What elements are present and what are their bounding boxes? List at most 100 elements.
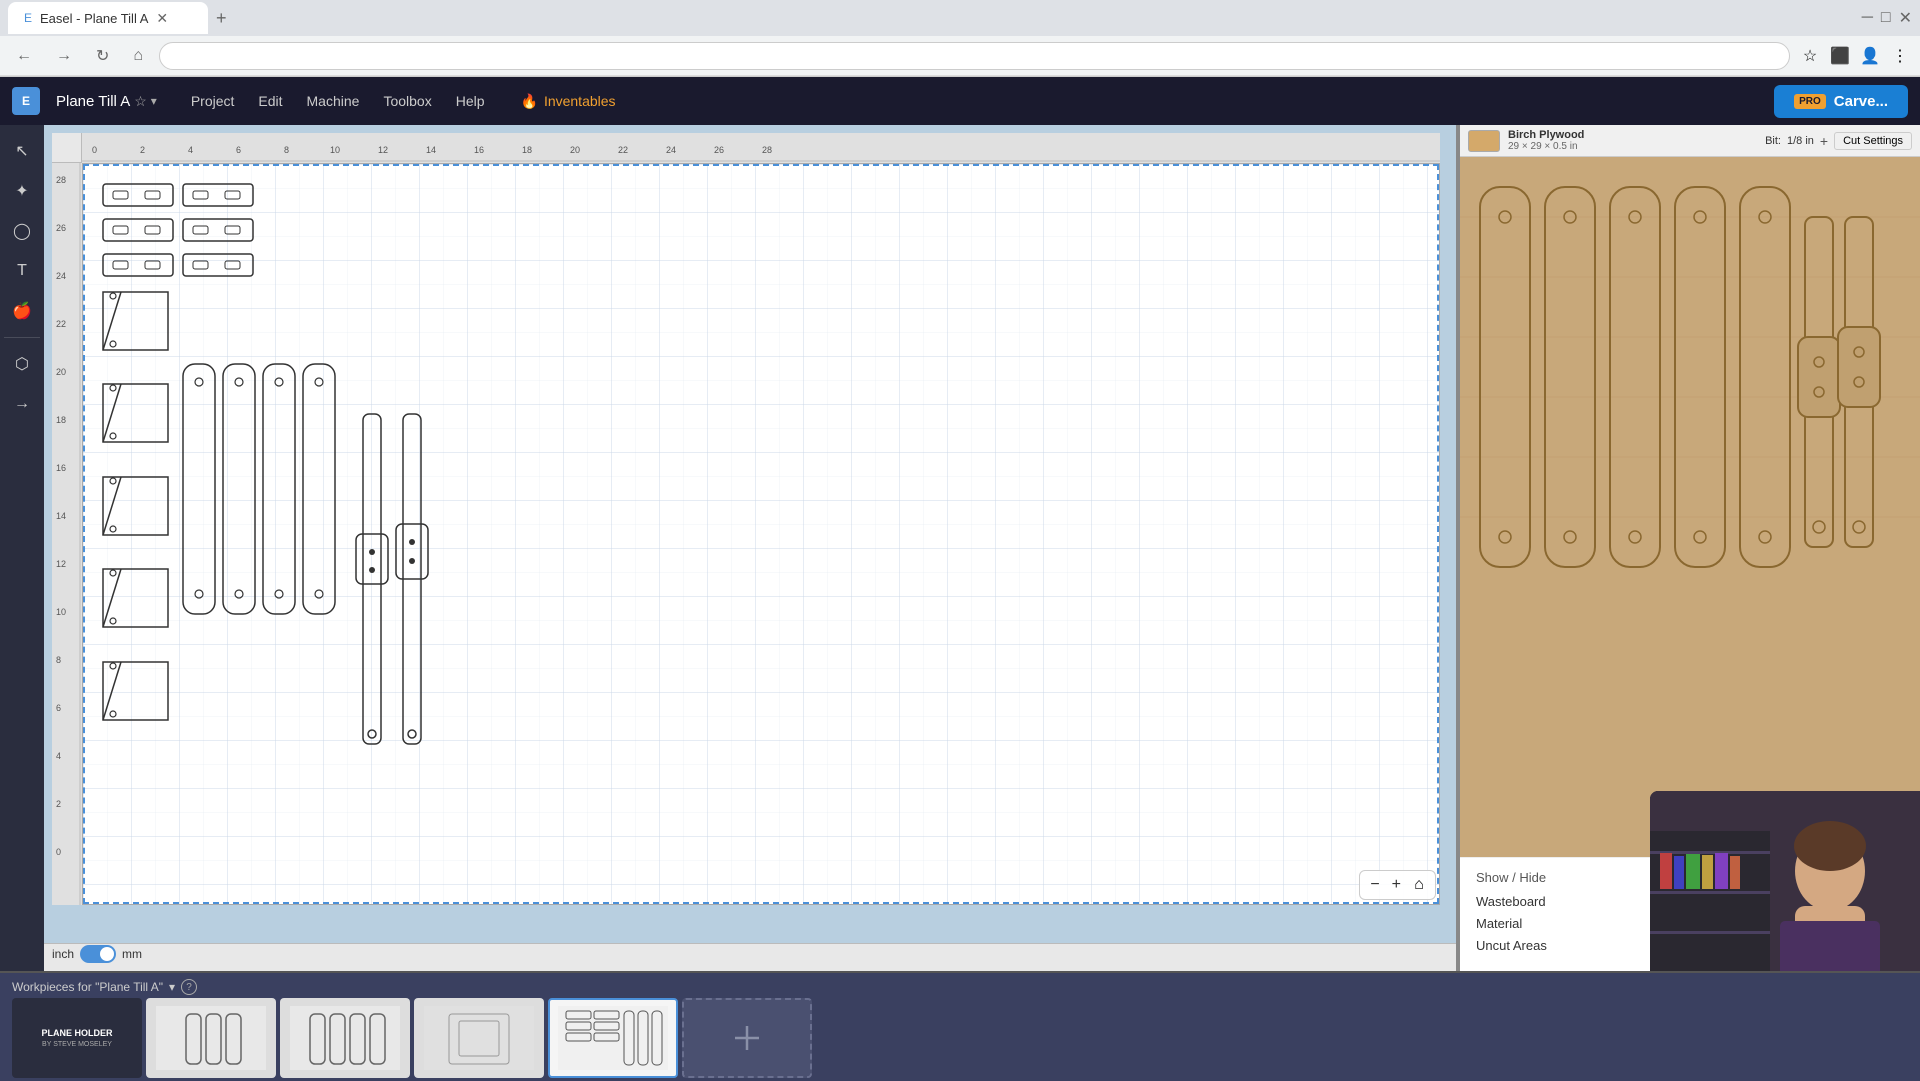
inventables-icon: 🔥 [521, 93, 538, 110]
workpiece-thumb-3[interactable] [280, 998, 410, 1078]
svg-text:14: 14 [426, 145, 436, 155]
app-logo: E [12, 87, 40, 115]
svg-text:18: 18 [56, 415, 66, 425]
svg-text:16: 16 [56, 463, 66, 473]
menu-toolbox[interactable]: Toolbox [373, 87, 441, 115]
svg-text:12: 12 [378, 145, 388, 155]
workpieces-dropdown-icon[interactable]: ▾ [169, 980, 175, 994]
project-name: Plane Till A ☆ ▾ [56, 93, 157, 110]
tab-close-icon[interactable]: ✕ [156, 10, 168, 27]
unit-alt-label: mm [122, 947, 142, 961]
bookmark-icon[interactable]: ☆ [1798, 44, 1822, 68]
design-canvas[interactable] [82, 163, 1440, 905]
zoom-reset-button[interactable]: ⌂ [1409, 875, 1429, 895]
workpieces-bar: Workpieces for "Plane Till A" ▾ ? PLANE … [0, 971, 1920, 1081]
layers-tool[interactable]: ⬡ [4, 346, 40, 382]
select-tool[interactable]: ↖ [4, 133, 40, 169]
left-toolbar: ↖ ✦ ◯ T 🍎 ⬡ → [0, 125, 44, 971]
pro-badge: PRO [1794, 94, 1826, 109]
bottom-ruler: inch mm [44, 943, 1456, 971]
workpiece-thumb-1[interactable]: PLANE HOLDER BY STEVE MOSELEY [12, 998, 142, 1078]
svg-text:14: 14 [56, 511, 66, 521]
menu-items: Project Edit Machine Toolbox Help [181, 87, 495, 115]
svg-text:2: 2 [140, 145, 145, 155]
svg-text:20: 20 [56, 367, 66, 377]
carve-button[interactable]: PRO Carve... [1774, 85, 1908, 118]
ruler-horizontal: 0 2 4 6 8 10 12 14 16 18 20 22 24 26 [82, 133, 1440, 163]
svg-text:4: 4 [56, 751, 61, 761]
unit-toggle-switch[interactable] [80, 945, 116, 963]
svg-text:28: 28 [56, 175, 66, 185]
svg-text:12: 12 [56, 559, 66, 569]
browser-chrome: E Easel - Plane Till A ✕ + ─ □ ✕ ← → ↻ ⌂… [0, 0, 1920, 77]
back-button[interactable]: ← [8, 43, 40, 69]
svg-text:18: 18 [522, 145, 532, 155]
svg-text:26: 26 [714, 145, 724, 155]
menu-icon[interactable]: ⋮ [1888, 44, 1912, 68]
preview-svg [1460, 157, 1920, 857]
workpiece-thumb-5[interactable] [548, 998, 678, 1078]
circle-tool[interactable]: ◯ [4, 213, 40, 249]
nav-bar: ← → ↻ ⌂ ☆ ⬛ 👤 ⋮ [0, 36, 1920, 76]
workpiece-thumbnails: PLANE HOLDER BY STEVE MOSELEY [12, 998, 812, 1078]
svg-text:6: 6 [56, 703, 61, 713]
video-thumbnail[interactable] [1650, 791, 1920, 971]
minimize-icon[interactable]: ─ [1862, 9, 1873, 27]
import-tool[interactable]: → [4, 386, 40, 422]
add-workpiece-button[interactable] [682, 998, 812, 1078]
ruler-corner [52, 133, 82, 163]
extensions-icon[interactable]: ⬛ [1828, 44, 1852, 68]
text-tool[interactable]: T [4, 253, 40, 289]
canvas-wrapper: 0 2 4 6 8 10 12 14 16 18 20 22 24 26 [52, 133, 1448, 935]
svg-text:22: 22 [56, 319, 66, 329]
svg-text:22: 22 [618, 145, 628, 155]
workpiece-thumb-2[interactable] [146, 998, 276, 1078]
menu-edit[interactable]: Edit [248, 87, 292, 115]
svg-text:8: 8 [56, 655, 61, 665]
profile-icon[interactable]: 👤 [1858, 44, 1882, 68]
workpieces-label: Workpieces for "Plane Till A" ▾ ? [12, 979, 197, 995]
material-info: Birch Plywood 29 × 29 × 0.5 in [1508, 129, 1584, 152]
zoom-out-button[interactable]: − [1366, 874, 1383, 896]
main-content: ↖ ✦ ◯ T 🍎 ⬡ → 0 2 [0, 125, 1920, 971]
unit-toggle: inch mm [44, 945, 150, 963]
canvas-area: 0 2 4 6 8 10 12 14 16 18 20 22 24 26 [44, 125, 1456, 971]
canvas-shapes [83, 164, 1439, 904]
svg-text:26: 26 [56, 223, 66, 233]
menubar: E Plane Till A ☆ ▾ Project Edit Machine … [0, 77, 1920, 125]
workpiece-thumb-4[interactable] [414, 998, 544, 1078]
menu-machine[interactable]: Machine [297, 87, 370, 115]
menu-help[interactable]: Help [446, 87, 495, 115]
add-bit-icon[interactable]: + [1820, 133, 1828, 149]
workpieces-info-icon[interactable]: ? [181, 979, 197, 995]
apps-tool[interactable]: 🍎 [4, 293, 40, 329]
address-bar[interactable] [159, 42, 1790, 70]
svg-text:24: 24 [56, 271, 66, 281]
tab-title: Easel - Plane Till A [40, 11, 148, 26]
project-dropdown-icon[interactable]: ▾ [151, 94, 157, 108]
material-name: Birch Plywood [1508, 129, 1584, 141]
svg-text:28: 28 [762, 145, 772, 155]
svg-text:20: 20 [570, 145, 580, 155]
browser-tab[interactable]: E Easel - Plane Till A ✕ [8, 2, 208, 34]
material-size: 29 × 29 × 0.5 in [1508, 141, 1584, 152]
menu-project[interactable]: Project [181, 87, 245, 115]
reload-button[interactable]: ↻ [88, 42, 117, 70]
zoom-in-button[interactable]: + [1388, 874, 1405, 896]
nav-icons: ☆ ⬛ 👤 ⋮ [1798, 44, 1912, 68]
cut-settings-button[interactable]: Cut Settings [1834, 132, 1912, 150]
zoom-controls: − + ⌂ [1359, 870, 1436, 900]
svg-text:24: 24 [666, 145, 676, 155]
bit-label: Bit: [1765, 135, 1781, 147]
new-tab-button[interactable]: + [212, 4, 231, 33]
home-button[interactable]: ⌂ [125, 43, 151, 69]
close-window-icon[interactable]: ✕ [1899, 8, 1912, 28]
shape-tool[interactable]: ✦ [4, 173, 40, 209]
inventables-button[interactable]: 🔥 Inventables [511, 87, 626, 116]
app: E Plane Till A ☆ ▾ Project Edit Machine … [0, 77, 1920, 1081]
ruler-vertical: 28 26 24 22 20 18 16 14 12 10 8 6 4 2 [52, 163, 82, 905]
forward-button[interactable]: → [48, 43, 80, 69]
maximize-icon[interactable]: □ [1881, 9, 1891, 27]
toggle-knob [100, 947, 114, 961]
star-icon[interactable]: ☆ [134, 93, 147, 110]
